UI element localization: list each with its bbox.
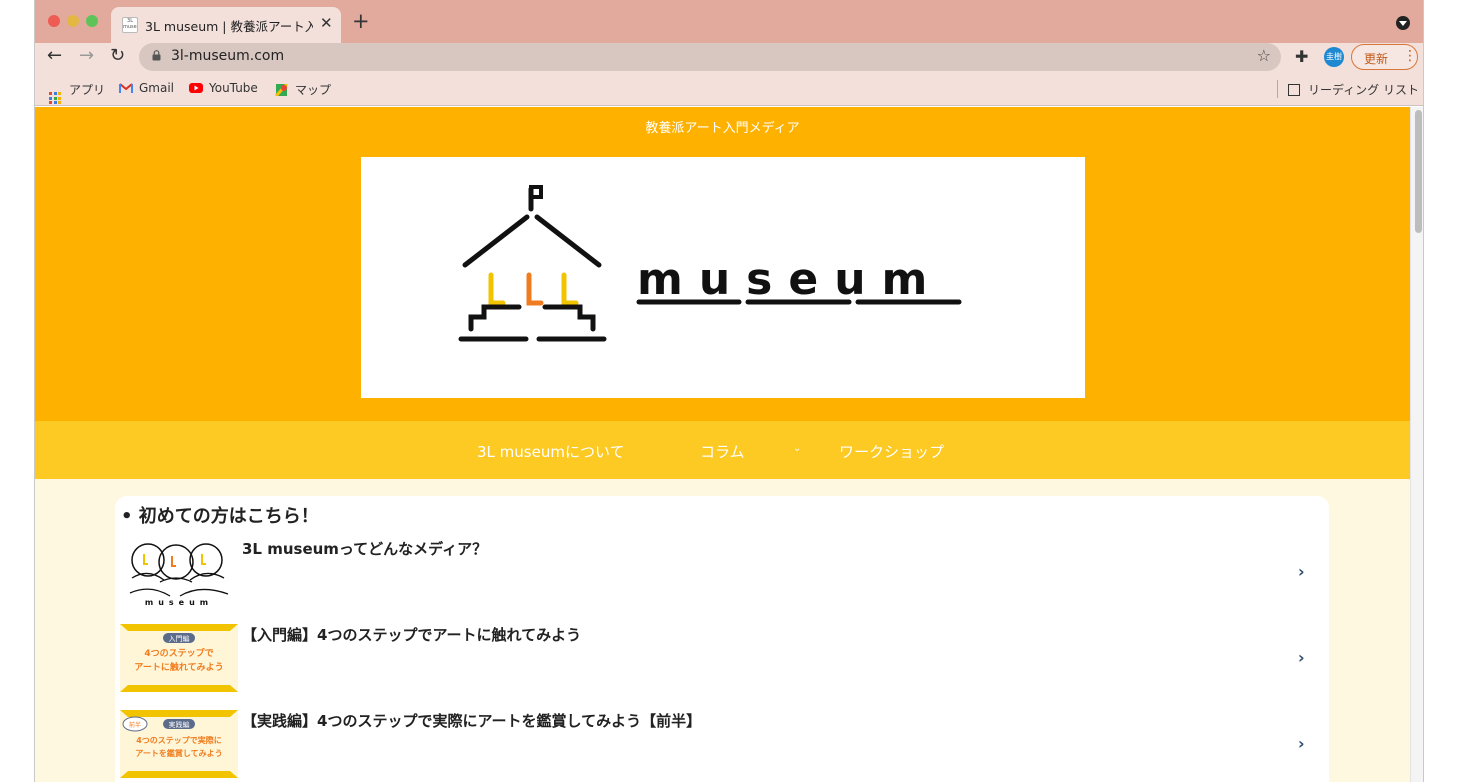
list-item[interactable]: museum 3L museumってどんなメディア？ › xyxy=(115,538,1329,618)
page-scrollbar[interactable] xyxy=(1410,107,1423,782)
section-heading: • 初めての方はこちら！ xyxy=(121,506,319,527)
site-tagline: 教養派アート入門メディア xyxy=(645,121,800,136)
bookmark-label: マップ xyxy=(295,83,332,97)
maps-icon xyxy=(275,84,289,96)
browser-window: 3L museum 3L museum | 教養派アート入門メ ✕ + ← → … xyxy=(34,0,1424,782)
new-tab-button[interactable]: + xyxy=(352,10,370,32)
tab-title: 3L museum | 教養派アート入門メ xyxy=(145,19,313,34)
banner-label: 実践編 xyxy=(169,720,190,729)
banner-label: 入門編 xyxy=(169,634,190,643)
more-menu-icon: ⋮ xyxy=(1403,48,1417,64)
browser-toolbar: ← → ↻ 3l-museum.com ☆ ✚ 圭樹 更新 ⋮ xyxy=(35,43,1423,72)
banner-line: アートに触れてみよう xyxy=(134,661,223,673)
site-logo[interactable]: museum xyxy=(361,157,1085,398)
article-title[interactable]: 3L museumってどんなメディア？ xyxy=(242,538,487,559)
bookmark-star-icon[interactable]: ☆ xyxy=(1257,46,1271,65)
chevron-right-icon[interactable]: › xyxy=(1298,648,1305,667)
reading-list-label: リーディング リスト xyxy=(1308,83,1419,97)
tab-search-icon[interactable] xyxy=(1396,16,1410,30)
tab-strip: 3L museum 3L museum | 教養派アート入門メ ✕ + xyxy=(35,0,1423,43)
nav-about[interactable]: 3L museumについて xyxy=(477,441,625,462)
bookmark-gmail[interactable]: Gmail xyxy=(119,81,174,95)
youtube-icon xyxy=(189,83,203,93)
web-page: 教養派アート入門メディア museum 3L museumについて コラム ⌄ … xyxy=(35,107,1410,782)
bookmarks-bar: アプリ Gmail YouTube マップ リーディング リスト xyxy=(35,72,1423,106)
practice-banner-thumbnail: 実践編 前半 4つのステップで実際に アートを鑑賞してみよう xyxy=(120,710,238,778)
minimize-window-button[interactable] xyxy=(67,15,79,27)
nav-workshop[interactable]: ワークショップ xyxy=(839,441,944,462)
thumbnail-wordmark: museum xyxy=(145,598,213,606)
three-faces-thumbnail: museum xyxy=(120,538,238,606)
apps-grid-icon xyxy=(49,92,61,104)
reload-button[interactable]: ↻ xyxy=(110,45,125,67)
chevron-right-icon[interactable]: › xyxy=(1298,734,1305,753)
close-window-button[interactable] xyxy=(48,15,60,27)
bookmark-label: Gmail xyxy=(139,81,175,95)
update-button[interactable]: 更新 ⋮ xyxy=(1351,44,1418,70)
gmail-icon xyxy=(119,83,133,93)
list-item[interactable]: 実践編 前半 4つのステップで実際に アートを鑑賞してみよう 【実践編】4つのス… xyxy=(115,710,1329,782)
bookmark-label: アプリ xyxy=(69,83,106,97)
forward-button[interactable]: → xyxy=(79,45,94,67)
banner-stripes: 実践編 前半 4つのステップで実際に アートを鑑賞してみよう xyxy=(120,710,238,778)
zoom-window-button[interactable] xyxy=(86,15,98,27)
intro-banner-thumbnail: 入門編 4つのステップで アートに触れてみよう xyxy=(120,624,238,692)
url-text: 3l-museum.com xyxy=(171,48,285,64)
bookmarks-divider xyxy=(1277,80,1278,98)
banner-stripes: 入門編 4つのステップで アートに触れてみよう xyxy=(120,624,238,692)
profile-avatar[interactable]: 圭樹 xyxy=(1324,47,1344,67)
chevron-right-icon[interactable]: › xyxy=(1298,562,1305,581)
update-label: 更新 xyxy=(1364,52,1389,66)
reading-list-icon xyxy=(1288,84,1300,96)
bookmark-label: YouTube xyxy=(209,81,258,95)
banner-line: アートを鑑賞してみよう xyxy=(135,748,222,758)
lock-icon xyxy=(152,50,161,61)
extensions-puzzle-icon[interactable]: ✚ xyxy=(1295,47,1308,66)
bookmark-youtube[interactable]: YouTube xyxy=(189,81,258,95)
banner-badge: 前半 xyxy=(129,721,141,729)
logo-wordmark: museum xyxy=(637,254,943,305)
address-bar[interactable]: 3l-museum.com ☆ xyxy=(139,43,1281,71)
bookmark-maps[interactable]: マップ xyxy=(275,81,331,98)
banner-line: 4つのステップで実際に xyxy=(136,735,222,745)
banner-line: 4つのステップで xyxy=(144,647,213,659)
back-button[interactable]: ← xyxy=(47,45,62,67)
site-favicon-icon: 3L museum xyxy=(122,17,138,33)
chevron-down-icon[interactable]: ⌄ xyxy=(793,443,801,454)
beginner-articles-card: • 初めての方はこちら！ museum 3L museumってどんなメディア？ … xyxy=(115,496,1329,782)
article-title[interactable]: 【実践編】4つのステップで実際にアートを鑑賞してみよう【前半】 xyxy=(242,710,701,731)
reading-list-button[interactable]: リーディング リスト xyxy=(1288,81,1419,98)
site-header: 教養派アート入門メディア museum xyxy=(35,107,1410,421)
browser-tab[interactable]: 3L museum 3L museum | 教養派アート入門メ ✕ xyxy=(111,7,341,43)
nav-column[interactable]: コラム xyxy=(700,441,745,462)
article-title[interactable]: 【入門編】4つのステップでアートに触れてみよう xyxy=(242,624,581,645)
list-item[interactable]: 入門編 4つのステップで アートに触れてみよう 【入門編】4つのステップでアート… xyxy=(115,624,1329,704)
close-tab-icon[interactable]: ✕ xyxy=(320,14,333,32)
museum-building-icon: museum xyxy=(458,185,962,342)
bookmark-apps[interactable]: アプリ xyxy=(49,81,105,104)
scrollbar-thumb[interactable] xyxy=(1415,110,1422,233)
global-nav: 3L museumについて コラム ⌄ ワークショップ xyxy=(35,421,1410,479)
